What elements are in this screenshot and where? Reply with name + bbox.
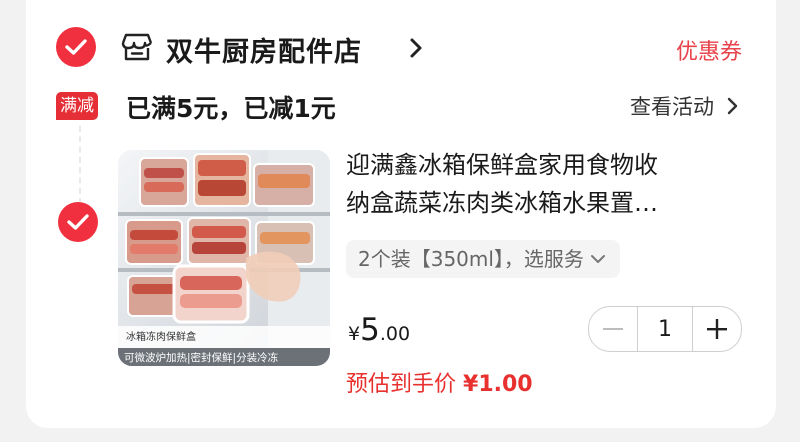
image-caption-top: 冰箱冻肉保鲜盒 bbox=[126, 330, 196, 343]
increase-quantity-button[interactable] bbox=[693, 307, 741, 351]
plus-icon bbox=[707, 319, 727, 339]
quantity-stepper: 1 bbox=[588, 306, 742, 352]
quantity-input[interactable]: 1 bbox=[637, 307, 693, 351]
price-currency: ¥ bbox=[348, 323, 361, 345]
item-select-checkbox[interactable] bbox=[58, 202, 98, 242]
product-price: ¥5.00 bbox=[348, 312, 410, 348]
chevron-down-icon bbox=[590, 255, 605, 263]
estimate-amount: ¥1.00 bbox=[463, 372, 533, 397]
product-title-line: 纳盒蔬菜冻肉类冰箱水果置… bbox=[346, 189, 658, 217]
view-activity-link[interactable]: 查看活动 bbox=[630, 91, 714, 121]
coupon-button[interactable]: 优惠券 bbox=[676, 34, 742, 66]
store-icon bbox=[121, 33, 153, 61]
chevron-right-icon[interactable] bbox=[726, 97, 738, 115]
variant-selector[interactable]: 2个装【350ml】，选服务 bbox=[346, 240, 620, 278]
price-decimal: .00 bbox=[379, 323, 411, 345]
promo-badge: 满减 bbox=[56, 92, 98, 120]
variant-label: 2个装【350ml】，选服务 bbox=[358, 247, 584, 271]
cart-store-card: 双牛厨房配件店 优惠券 满减 已满5元，已减1元 查看活动 冰箱冻肉保鲜盒 可微… bbox=[26, 0, 776, 428]
estimate-label: 预估到手价 bbox=[346, 372, 457, 397]
promo-text: 已满5元，已减1元 bbox=[126, 94, 336, 123]
price-integer: 5 bbox=[360, 312, 380, 348]
store-header: 双牛厨房配件店 优惠券 bbox=[26, 22, 776, 72]
estimated-price: 预估到手价 ¥1.00 bbox=[346, 366, 533, 398]
dashed-divider bbox=[79, 126, 81, 204]
store-name[interactable]: 双牛厨房配件店 bbox=[166, 30, 362, 69]
chevron-right-icon[interactable] bbox=[408, 37, 424, 59]
minus-icon bbox=[603, 328, 623, 330]
checkmark-icon bbox=[65, 39, 87, 55]
decrease-quantity-button[interactable] bbox=[589, 307, 637, 351]
promo-row: 满减 已满5元，已减1元 查看活动 bbox=[26, 86, 776, 126]
image-caption-bottom: 可微波炉加热|密封保鲜|分装冷冻 bbox=[124, 351, 279, 364]
food-storage-box-image: 冰箱冻肉保鲜盒 可微波炉加热|密封保鲜|分装冷冻 bbox=[118, 150, 330, 366]
product-image[interactable]: 冰箱冻肉保鲜盒 可微波炉加热|密封保鲜|分装冷冻 bbox=[118, 150, 330, 366]
product-title[interactable]: 迎满鑫冰箱保鲜盒家用食物收 纳盒蔬菜冻肉类冰箱水果置… bbox=[346, 146, 726, 222]
store-select-checkbox[interactable] bbox=[56, 27, 96, 67]
product-title-line: 迎满鑫冰箱保鲜盒家用食物收 bbox=[346, 151, 658, 179]
checkmark-icon bbox=[67, 214, 89, 230]
